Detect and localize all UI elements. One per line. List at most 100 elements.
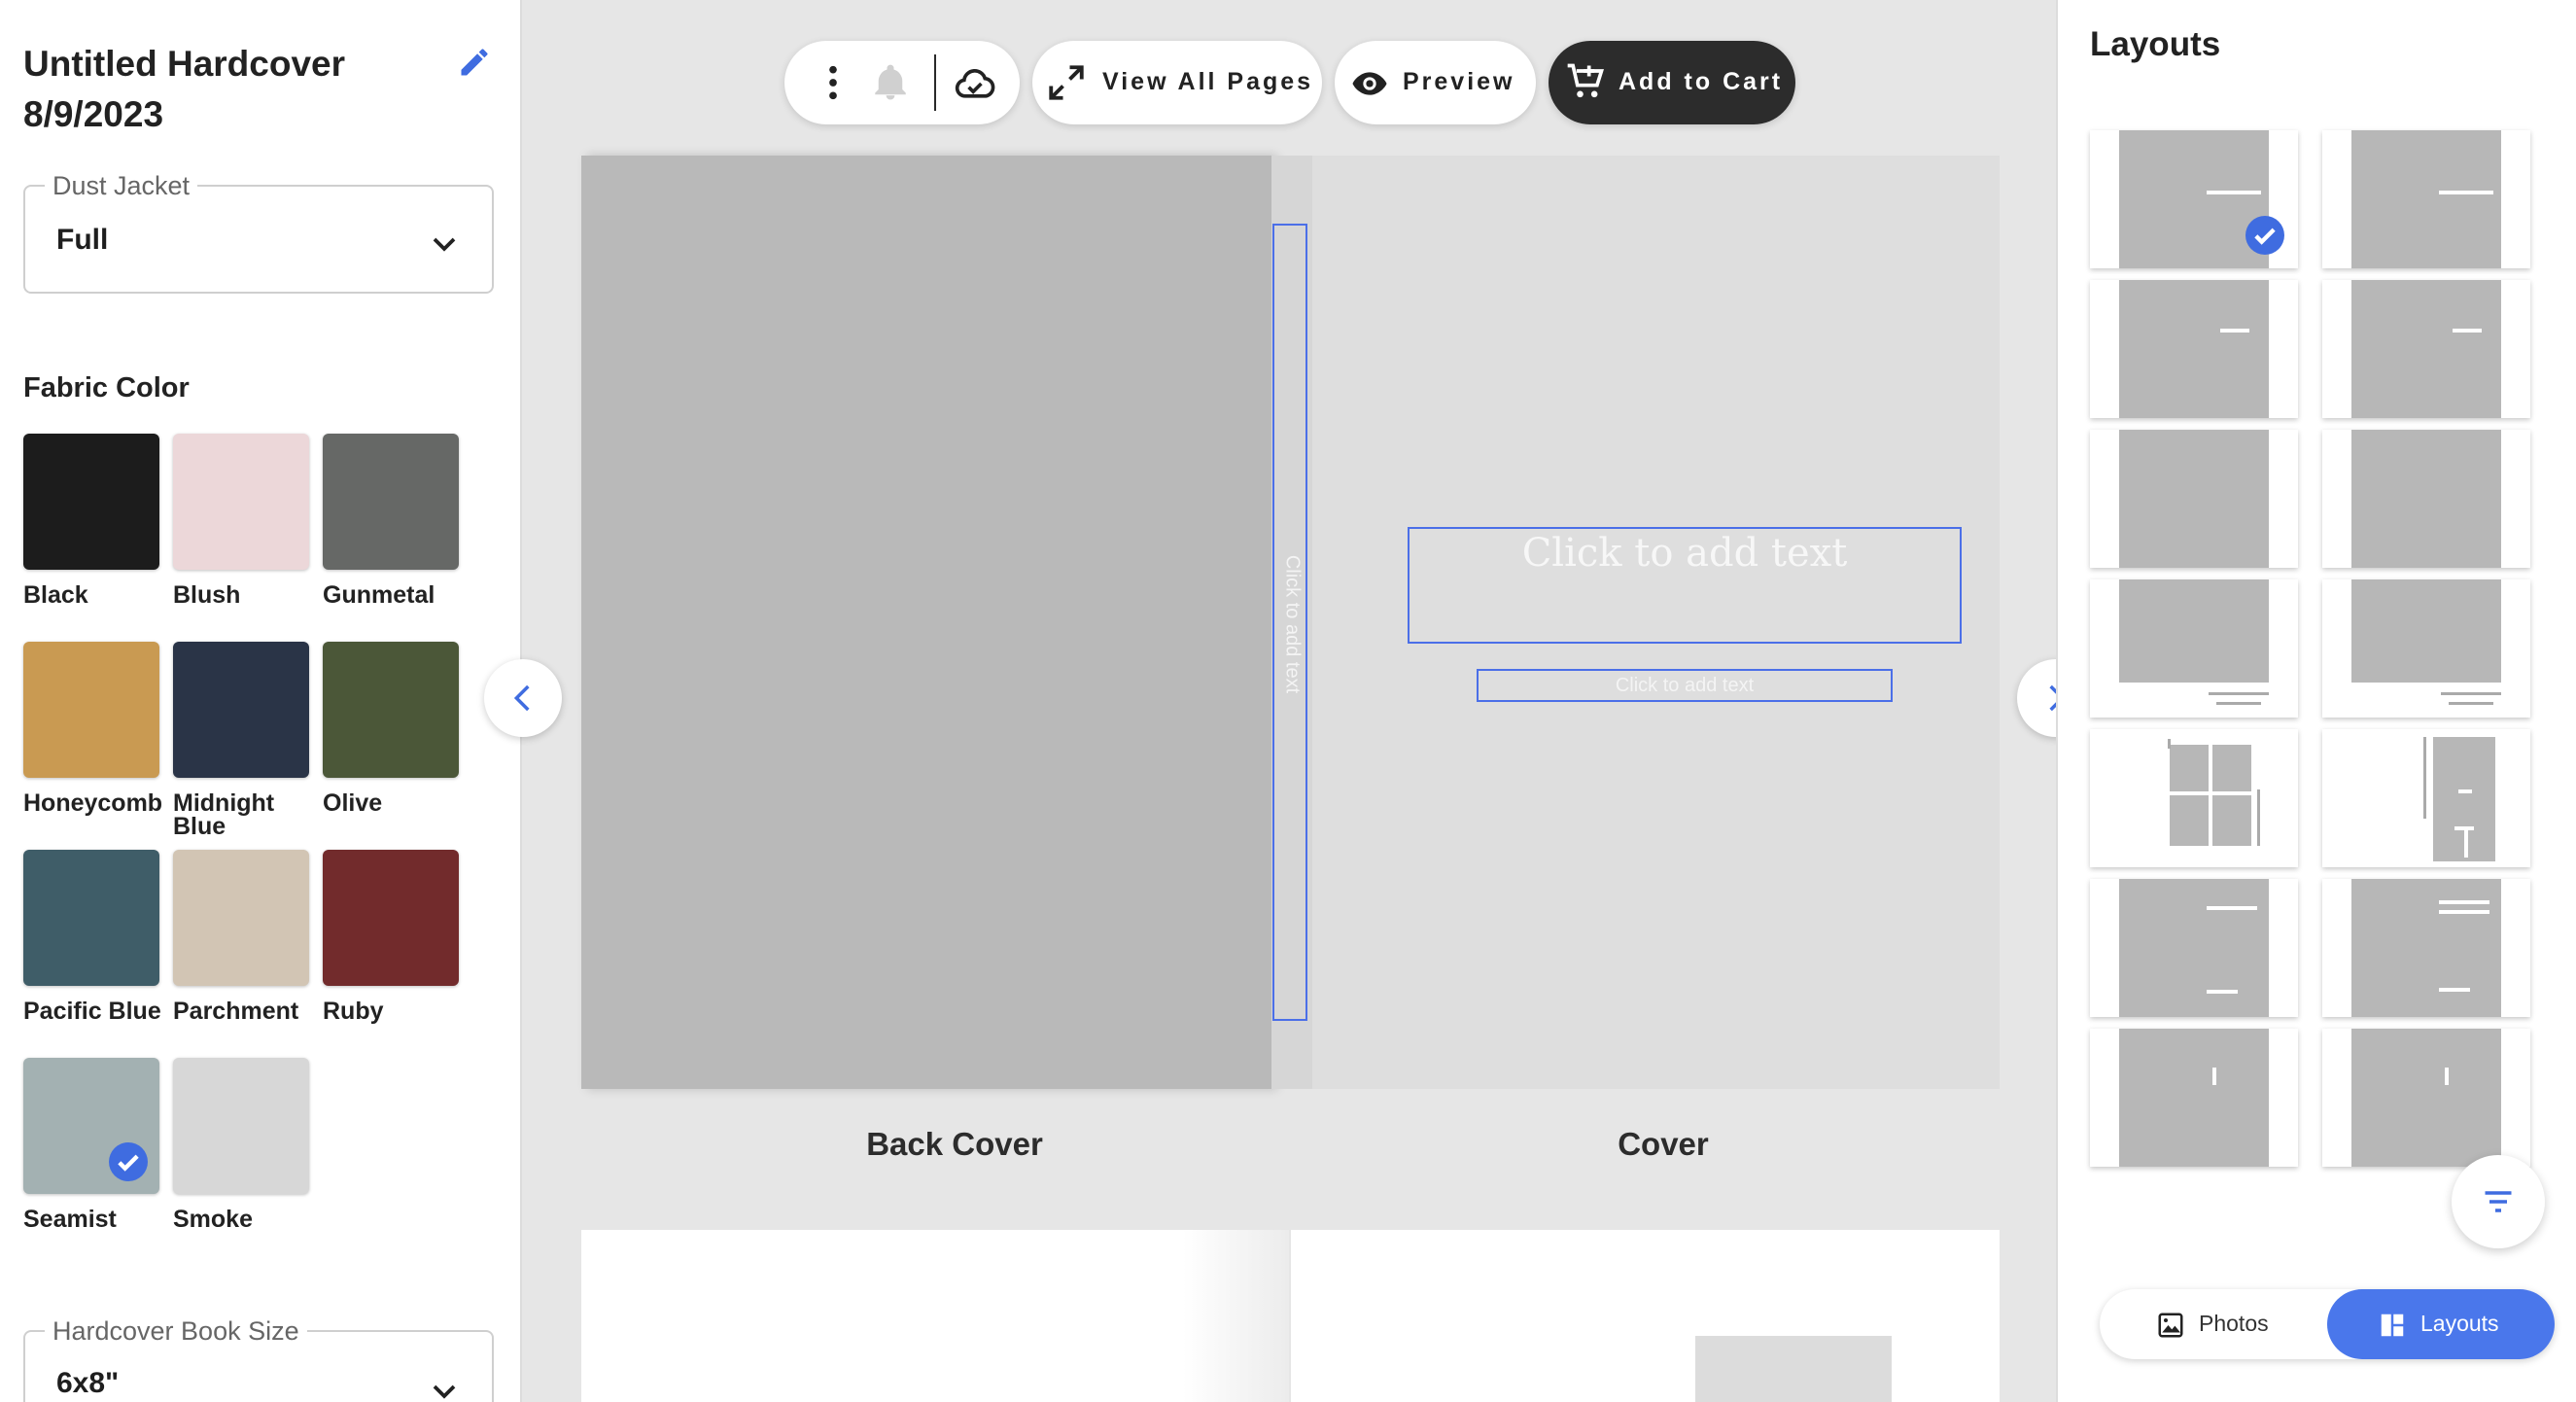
add-to-cart-label: Add to Cart bbox=[1619, 68, 1784, 95]
fabric-swatch-label: Parchment bbox=[173, 998, 299, 1025]
more-vertical-icon[interactable] bbox=[814, 63, 853, 102]
preview-button[interactable]: Preview bbox=[1335, 41, 1536, 124]
layout-shape bbox=[2464, 828, 2468, 858]
chevron-left-icon bbox=[513, 684, 530, 712]
cover-title-text-box[interactable]: Click to add text bbox=[1408, 527, 1962, 644]
preview-label: Preview bbox=[1403, 68, 1515, 95]
layout-shape bbox=[2449, 702, 2493, 705]
fabric-swatch-label: Midnight Blue bbox=[173, 789, 275, 840]
fabric-swatch-ruby[interactable] bbox=[323, 850, 459, 986]
layout-shape bbox=[2439, 988, 2470, 992]
image-icon bbox=[2158, 1313, 2183, 1338]
toolbar-divider bbox=[934, 54, 936, 111]
layout-thumbnail[interactable] bbox=[2322, 879, 2530, 1017]
fabric-swatch-label: Smoke bbox=[173, 1206, 253, 1233]
fabric-swatch-smoke[interactable] bbox=[173, 1058, 309, 1194]
tab-layouts[interactable]: Layouts bbox=[2327, 1289, 2555, 1359]
layout-shape bbox=[2439, 900, 2489, 904]
project-title: Untitled Hardcover 8/9/2023 bbox=[23, 39, 345, 140]
layout-shape bbox=[2207, 990, 2238, 994]
layout-shape bbox=[2445, 1068, 2449, 1085]
spine-text-placeholder: Click to add text bbox=[1281, 554, 1304, 694]
fabric-swatch-gunmetal[interactable] bbox=[323, 434, 459, 570]
back-cover-label: Back Cover bbox=[866, 1126, 1043, 1162]
dust-jacket-value: Full bbox=[56, 224, 109, 256]
chevron-down-icon bbox=[433, 1384, 456, 1399]
fabric-swatch-label: Pacific Blue bbox=[23, 998, 161, 1025]
fabric-swatch-olive[interactable] bbox=[323, 642, 459, 778]
view-all-pages-button[interactable]: View All Pages bbox=[1032, 41, 1322, 124]
layout-shape bbox=[2209, 745, 2212, 846]
book-size-select[interactable]: Hardcover Book Size 6x8" bbox=[23, 1316, 494, 1402]
fabric-swatch-label: Ruby bbox=[323, 998, 384, 1025]
layout-thumbnail[interactable] bbox=[2322, 1029, 2530, 1167]
cloud-saved-icon[interactable] bbox=[954, 62, 996, 105]
fabric-swatch-label: Gunmetal bbox=[323, 581, 435, 609]
fabric-swatch-parchment[interactable] bbox=[173, 850, 309, 986]
next-spread-right-page[interactable] bbox=[1291, 1230, 2000, 1402]
spine-text-box[interactable]: Click to add text bbox=[1272, 224, 1307, 1021]
layout-shape bbox=[2170, 791, 2251, 795]
layout-shape bbox=[2423, 737, 2426, 819]
fabric-swatch-honeycomb[interactable] bbox=[23, 642, 159, 778]
add-to-cart-button[interactable]: Add to Cart bbox=[1549, 41, 1795, 124]
layouts-panel-title: Layouts bbox=[2090, 25, 2221, 63]
filter-button[interactable] bbox=[2452, 1155, 2545, 1248]
toolbar-icon-group bbox=[784, 41, 1020, 124]
layout-shape bbox=[2441, 692, 2501, 695]
fabric-swatch-blush[interactable] bbox=[173, 434, 309, 570]
layout-thumbnail[interactable] bbox=[2090, 130, 2298, 268]
fabric-swatch-label: Blush bbox=[173, 581, 241, 609]
previous-spread-button[interactable] bbox=[484, 659, 562, 737]
layout-thumbnail[interactable] bbox=[2090, 879, 2298, 1017]
layout-shape bbox=[2207, 906, 2257, 910]
left-sidebar: Untitled Hardcover 8/9/2023 Dust Jacket … bbox=[0, 0, 522, 1402]
expand-icon bbox=[1049, 65, 1084, 100]
layout-thumbnail[interactable] bbox=[2322, 729, 2530, 867]
layout-shape bbox=[2119, 579, 2269, 683]
layout-shape bbox=[2257, 789, 2260, 846]
layout-shape bbox=[2209, 692, 2269, 695]
back-cover-panel[interactable] bbox=[581, 156, 1271, 1089]
layout-thumbnail[interactable] bbox=[2322, 130, 2530, 268]
next-spread-left-page[interactable] bbox=[581, 1230, 1289, 1402]
eye-icon bbox=[1352, 72, 1387, 95]
dust-jacket-select[interactable]: Dust Jacket Full bbox=[23, 171, 494, 294]
bell-icon[interactable] bbox=[870, 62, 911, 103]
layout-shape bbox=[2351, 579, 2501, 683]
selected-check-icon bbox=[109, 1142, 148, 1181]
book-size-value: 6x8" bbox=[56, 1367, 120, 1399]
pencil-icon[interactable] bbox=[457, 45, 492, 80]
book-size-label: Hardcover Book Size bbox=[45, 1316, 307, 1347]
book-spread: Click to add text Click to add text Clic… bbox=[581, 156, 2000, 1089]
layout-thumbnail[interactable] bbox=[2090, 280, 2298, 418]
cover-subtitle-text-box[interactable]: Click to add text bbox=[1477, 669, 1893, 702]
project-title-name: Untitled Hardcover bbox=[23, 44, 346, 84]
layout-thumbnail[interactable] bbox=[2322, 280, 2530, 418]
fabric-swatch-black[interactable] bbox=[23, 434, 159, 570]
layout-thumbnail[interactable] bbox=[2090, 430, 2298, 568]
layout-shape bbox=[2453, 329, 2482, 333]
fabric-color-title: Fabric Color bbox=[23, 372, 190, 403]
layout-thumbnail[interactable] bbox=[2322, 579, 2530, 718]
layout-shape bbox=[2351, 280, 2501, 418]
fabric-swatch-label: Honeycomb bbox=[23, 789, 163, 817]
fabric-swatch-pacific-blue[interactable] bbox=[23, 850, 159, 986]
tab-photos-label: Photos bbox=[2199, 1311, 2269, 1336]
fabric-swatch-midnight-blue[interactable] bbox=[173, 642, 309, 778]
tab-photos[interactable]: Photos bbox=[2100, 1289, 2327, 1359]
layout-shape bbox=[2168, 739, 2171, 749]
layout-shape bbox=[2439, 910, 2489, 914]
view-all-pages-label: View All Pages bbox=[1102, 68, 1314, 95]
fabric-swatch-label: Seamist bbox=[23, 1206, 117, 1233]
cover-title-placeholder: Click to add text bbox=[1521, 531, 1848, 576]
layout-thumbnail[interactable] bbox=[2090, 729, 2298, 867]
layout-shape bbox=[2351, 130, 2501, 268]
layout-shape bbox=[2207, 191, 2261, 194]
layout-shape bbox=[2351, 430, 2501, 568]
layout-thumbnail[interactable] bbox=[2090, 1029, 2298, 1167]
layout-thumbnail[interactable] bbox=[2090, 579, 2298, 718]
next-spread-photo-slot[interactable] bbox=[1695, 1336, 1892, 1402]
cover-label: Cover bbox=[1618, 1126, 1709, 1162]
layout-thumbnail[interactable] bbox=[2322, 430, 2530, 568]
